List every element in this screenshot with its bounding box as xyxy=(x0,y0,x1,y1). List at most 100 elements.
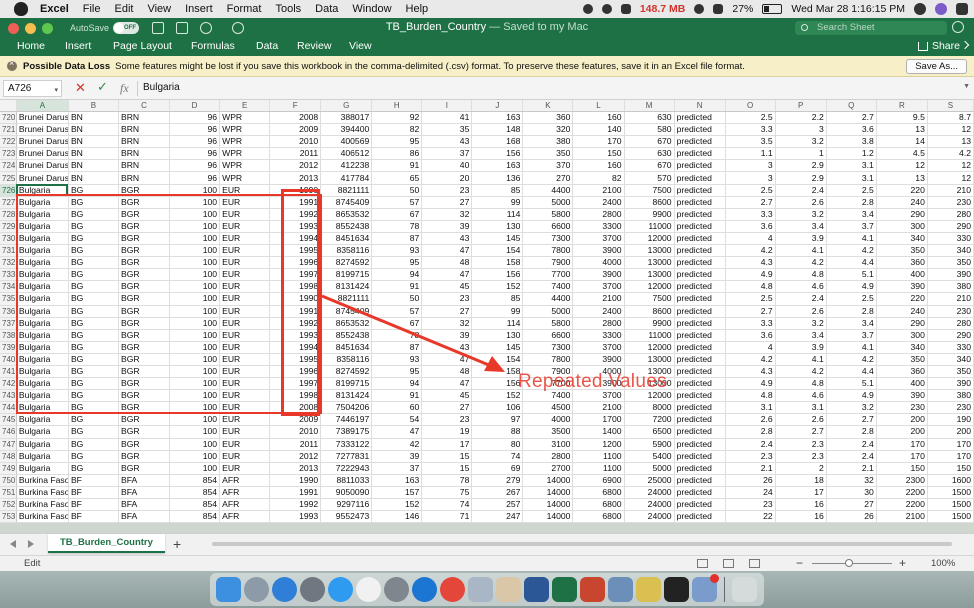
cell[interactable]: 100 xyxy=(169,232,221,246)
cell[interactable]: 1992 xyxy=(269,317,322,330)
cell[interactable]: WPR xyxy=(219,123,271,137)
cell[interactable]: 3500 xyxy=(522,425,574,439)
cell[interactable]: 140 xyxy=(572,123,625,137)
cell[interactable]: BG xyxy=(68,413,119,427)
cell[interactable]: 86 xyxy=(371,147,423,161)
itunes-icon[interactable] xyxy=(356,577,381,602)
cell[interactable]: BGR xyxy=(118,438,171,451)
cell[interactable]: 47 xyxy=(421,353,473,366)
cell[interactable]: EUR xyxy=(219,305,271,318)
cell[interactable]: 1996 xyxy=(269,365,322,379)
cell[interactable]: EUR xyxy=(219,438,271,451)
cell[interactable]: 45 xyxy=(421,389,473,403)
cell[interactable]: BGR xyxy=(118,208,171,221)
cell[interactable]: predicted xyxy=(674,184,726,197)
cell[interactable]: 1991 xyxy=(269,486,322,500)
menu-app-name[interactable]: Excel xyxy=(40,3,69,15)
cell[interactable]: 168 xyxy=(471,135,524,149)
cell[interactable]: 210 xyxy=(927,292,974,306)
zoom-out-button[interactable]: − xyxy=(796,556,803,570)
cell[interactable]: 148 xyxy=(471,123,524,137)
cell[interactable]: BN xyxy=(68,135,119,149)
cell[interactable]: 8653532 xyxy=(320,208,373,221)
row-header[interactable]: 748 xyxy=(0,450,17,463)
row-header[interactable]: 747 xyxy=(0,438,17,451)
cell[interactable]: 100 xyxy=(169,184,221,197)
cell[interactable]: 8274592 xyxy=(320,365,373,379)
cell[interactable]: 12 xyxy=(876,159,928,173)
cell[interactable]: 9900 xyxy=(624,208,675,221)
share-button[interactable]: Share xyxy=(917,40,960,52)
cell[interactable]: 1992 xyxy=(269,208,322,221)
cell[interactable]: 4.2 xyxy=(775,256,827,270)
cell[interactable]: 2012 xyxy=(269,159,322,173)
system-preferences-icon[interactable] xyxy=(384,577,409,602)
photos-icon[interactable] xyxy=(468,577,493,602)
row-header[interactable]: 734 xyxy=(0,280,17,294)
cell[interactable]: 390 xyxy=(876,389,928,403)
row-header[interactable]: 742 xyxy=(0,377,17,391)
cell[interactable]: 2011 xyxy=(269,438,322,451)
cell[interactable]: 170 xyxy=(927,438,974,451)
row-header[interactable]: 731 xyxy=(0,244,17,258)
cell[interactable]: 65 xyxy=(371,171,423,185)
row-header[interactable]: 746 xyxy=(0,425,17,439)
tab-review[interactable]: Review xyxy=(297,40,331,52)
cell[interactable]: 4.2 xyxy=(725,353,776,366)
cell[interactable]: 394400 xyxy=(320,123,373,137)
cell[interactable]: 9552473 xyxy=(320,510,373,524)
cell[interactable]: 3700 xyxy=(572,280,625,294)
cell[interactable]: 4.2 xyxy=(725,244,776,258)
cell[interactable]: 330 xyxy=(927,232,974,246)
cell[interactable]: 3.1 xyxy=(826,171,877,185)
cell[interactable]: 9.5 xyxy=(876,111,928,125)
cell[interactable]: 6800 xyxy=(572,510,625,524)
cell[interactable]: 47 xyxy=(421,268,473,282)
cell[interactable]: Brunei Darus xyxy=(16,147,69,161)
cell[interactable]: 1991 xyxy=(269,196,322,209)
column-header[interactable]: M xyxy=(624,100,675,112)
cell[interactable]: 3.4 xyxy=(775,220,827,233)
cell[interactable]: predicted xyxy=(674,450,726,463)
cell[interactable]: 5900 xyxy=(624,438,675,451)
cell[interactable]: WPR xyxy=(219,147,271,161)
cell[interactable]: 71 xyxy=(421,510,473,524)
cell[interactable]: 412238 xyxy=(320,159,373,173)
cell[interactable]: predicted xyxy=(674,341,726,354)
cell[interactable]: EUR xyxy=(219,268,271,282)
cell[interactable]: 150 xyxy=(876,462,928,475)
cell[interactable]: 23 xyxy=(421,413,473,427)
cell[interactable]: 2.1 xyxy=(725,462,776,475)
cell[interactable]: 96 xyxy=(169,123,221,137)
cell[interactable]: 4.9 xyxy=(826,389,877,403)
cell[interactable]: 85 xyxy=(471,184,524,197)
cell[interactable]: 42 xyxy=(371,438,423,451)
cell[interactable]: 2.6 xyxy=(725,413,776,427)
cell[interactable]: 220 xyxy=(876,292,928,306)
cell[interactable]: 7222943 xyxy=(320,462,373,475)
cell[interactable]: 8811033 xyxy=(320,474,373,487)
cell[interactable]: predicted xyxy=(674,329,726,342)
cell[interactable]: EUR xyxy=(219,244,271,258)
cell[interactable]: 2.9 xyxy=(775,159,827,173)
cell[interactable]: Bulgaria xyxy=(16,377,69,391)
cell[interactable]: BG xyxy=(68,196,119,209)
cell[interactable]: 8745409 xyxy=(320,196,373,209)
row-header[interactable]: 728 xyxy=(0,208,17,221)
cell[interactable]: 14000 xyxy=(522,510,574,524)
cell[interactable]: EUR xyxy=(219,280,271,294)
cell[interactable]: 100 xyxy=(169,413,221,427)
cell[interactable]: BN xyxy=(68,171,119,185)
sync-icon[interactable] xyxy=(601,4,612,14)
cell[interactable]: AFR xyxy=(219,498,271,512)
cell[interactable]: 154 xyxy=(471,244,524,258)
cell[interactable]: 163 xyxy=(471,159,524,173)
cell[interactable]: 230 xyxy=(927,401,974,415)
cell[interactable]: predicted xyxy=(674,292,726,306)
cell[interactable]: Bulgaria xyxy=(16,196,69,209)
cell[interactable]: 7900 xyxy=(522,256,574,270)
row-header[interactable]: 721 xyxy=(0,123,17,137)
cell[interactable]: 5000 xyxy=(624,462,675,475)
row-header[interactable]: 732 xyxy=(0,256,17,270)
cell[interactable]: 4.6 xyxy=(775,389,827,403)
